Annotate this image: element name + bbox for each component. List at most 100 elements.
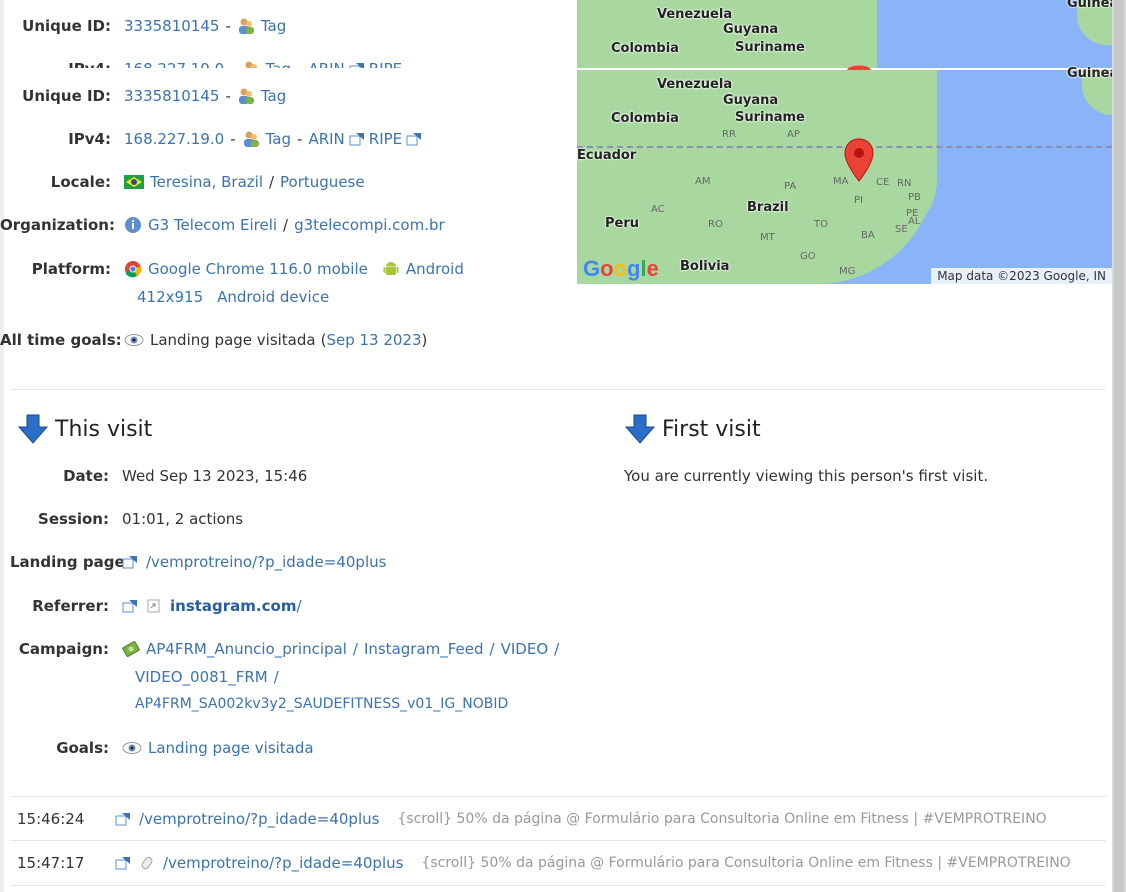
location-pin-icon[interactable] [843, 137, 875, 183]
map-state: MT [760, 232, 775, 243]
browser-link[interactable]: Google Chrome 116.0 mobile [148, 260, 368, 278]
external-link-icon[interactable] [122, 555, 138, 569]
map-state: TO [814, 219, 828, 230]
visit-goals-row: Goals: Landing page visitada [56, 739, 314, 757]
referrer-domain-link[interactable]: instagram.com [170, 597, 296, 615]
location-pin-icon [847, 65, 871, 70]
map-state: SE [895, 224, 908, 235]
map-label: Colombia [611, 41, 679, 56]
action-row: 15:46:24 /vemprotreino/?p_idade=40plus {… [10, 796, 1106, 841]
os-link[interactable]: Android [406, 260, 464, 278]
landing-page-link[interactable]: /vemprotreino/?p_idade=40plus [146, 553, 386, 571]
ripe-link[interactable]: RIPE [369, 130, 402, 148]
map-state: AL [908, 216, 921, 227]
scrollbar[interactable] [1112, 0, 1126, 892]
external-link-icon[interactable] [115, 856, 131, 870]
arrow-down-icon [624, 414, 656, 444]
first-visit-heading: First visit [624, 414, 761, 444]
campaign-content-link[interactable]: VIDEO_0081_FRM [135, 668, 268, 686]
map-state: RO [708, 219, 723, 230]
arin-link[interactable]: ARIN [308, 60, 344, 68]
map-label: Guinea [1067, 0, 1112, 11]
action-url-link[interactable]: /vemprotreino/?p_idade=40plus [163, 854, 403, 872]
ripe-link[interactable]: RIPE [369, 60, 402, 68]
visit-date-row: Date: Wed Sep 13 2023, 15:46 [63, 467, 308, 485]
map-label: Guyana [723, 22, 779, 37]
goal-date-link[interactable]: Sep 13 2023 [326, 331, 421, 349]
campaign-term-link[interactable]: AP4FRM_SA002kv3y2_SAUDEFITNESS_v01_IG_NO… [135, 696, 508, 712]
info-icon [125, 217, 141, 233]
external-link-icon[interactable] [349, 132, 365, 146]
map-state: RR [722, 129, 736, 140]
org-domain-link[interactable]: g3telecompi.com.br [294, 216, 445, 234]
section-divider [10, 389, 1106, 390]
action-note: {scroll} 50% da página @ Formulário para… [421, 855, 1071, 871]
map-state: RN [897, 178, 912, 189]
landing-page-row: Landing page: /vemprotreino/?p_idade=40p… [10, 553, 387, 571]
brazil-flag-icon [124, 175, 144, 189]
external-link-icon[interactable] [406, 132, 422, 146]
action-time: 15:47:17 [17, 854, 85, 872]
campaign-row-2: VIDEO_0081_FRM / [135, 668, 279, 686]
referrer-row: Referrer: instagram.com / [32, 597, 302, 615]
device-link[interactable]: Android device [217, 288, 329, 306]
unique-id-row: Unique ID: 3335810145 - Tag [22, 87, 287, 105]
map-state: PB [908, 192, 921, 203]
campaign-source-link[interactable]: Instagram_Feed [364, 640, 484, 658]
goal-name: Landing page visitada [150, 331, 316, 349]
tag-link[interactable]: Tag [261, 17, 286, 35]
map-state: CE [876, 177, 890, 188]
ipv4-link[interactable]: 168.227.19.0 [124, 60, 224, 68]
map-state: AM [695, 176, 711, 187]
map-label: Bolivia [680, 259, 730, 274]
unique-id-link[interactable]: 3335810145 [124, 17, 219, 35]
first-visit-title: First visit [662, 416, 761, 442]
scroll-icon [141, 856, 153, 870]
map-state: PI [854, 195, 863, 206]
users-icon [238, 18, 254, 34]
external-link-icon [349, 63, 364, 68]
map-label: Venezuela [657, 77, 733, 92]
unique-id-link[interactable]: 3335810145 [124, 87, 219, 105]
campaign-row-3: AP4FRM_SA002kv3y2_SAUDEFITNESS_v01_IG_NO… [135, 696, 508, 712]
this-visit-heading: This visit [17, 414, 152, 444]
all-time-goals-row: All time goals: Landing page visitada (S… [0, 331, 428, 349]
campaign-row: Campaign: AP4FRM_Anuncio_principal / Ins… [18, 640, 560, 658]
action-note: {scroll} 50% da página @ Formulário para… [397, 811, 1047, 827]
campaign-medium-link[interactable]: VIDEO [501, 640, 549, 658]
this-visit-title: This visit [55, 416, 153, 442]
map-label: Colombia [611, 111, 679, 126]
platform-row: Platform: Google Chrome 116.0 mobile And… [31, 260, 464, 278]
ipv4-link[interactable]: 168.227.19.0 [124, 130, 224, 148]
location-link[interactable]: Teresina, Brazil [150, 173, 263, 191]
chrome-icon [125, 261, 142, 278]
map-label: Peru [605, 216, 640, 231]
action-url-link[interactable]: /vemprotreino/?p_idade=40plus [139, 810, 379, 828]
campaign-name-link[interactable]: AP4FRM_Anuncio_principal [146, 640, 347, 658]
map-state: BA [861, 230, 875, 241]
visit-goal-link[interactable]: Landing page visitada [148, 739, 314, 757]
users-icon [243, 131, 259, 147]
language-link[interactable]: Portuguese [280, 173, 365, 191]
tag-link[interactable]: Tag [261, 87, 286, 105]
organization-link[interactable]: G3 Telecom Eireli [148, 216, 277, 234]
scrollbar-thumb[interactable] [1114, 0, 1124, 892]
map-attribution[interactable]: Map data ©2023 Google, IN [931, 268, 1112, 284]
map-label: Suriname [735, 40, 805, 55]
external-link-icon[interactable] [122, 599, 138, 613]
map-label: Suriname [735, 110, 805, 125]
visit-date: Wed Sep 13 2023, 15:46 [122, 467, 308, 485]
ip-tag-link[interactable]: Tag [266, 130, 291, 148]
android-icon [383, 262, 399, 275]
map-state: MG [839, 266, 856, 277]
map-state: AC [651, 204, 665, 215]
map-state: PA [784, 181, 797, 192]
tag-link[interactable]: Tag [266, 60, 291, 68]
resolution-link[interactable]: 412x915 [137, 288, 203, 306]
external-link-icon[interactable] [115, 812, 131, 826]
visitor-map[interactable]: Venezuela Guyana Suriname Colombia Venez… [577, 0, 1112, 284]
arrow-down-icon [17, 414, 49, 444]
arin-link[interactable]: ARIN [308, 130, 344, 148]
referrer-path-link[interactable]: / [296, 597, 301, 615]
users-icon [238, 88, 254, 104]
